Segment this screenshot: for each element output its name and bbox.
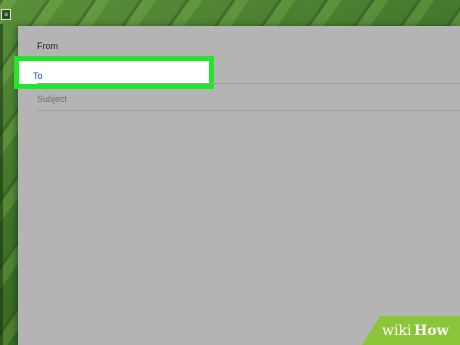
watermark-how: How [414, 323, 449, 339]
message-body[interactable] [18, 112, 460, 345]
to-divider [37, 83, 460, 84]
to-label: To [33, 71, 43, 81]
from-label: From [37, 41, 58, 51]
to-field[interactable]: To [14, 56, 214, 89]
window-menu-icon[interactable]: ≡ [1, 9, 11, 20]
watermark-wiki: wiki [382, 323, 412, 339]
background-window-edge [0, 24, 3, 345]
email-compose-window: From To Subject [14, 26, 460, 345]
subject-label: Subject [37, 94, 68, 104]
subject-divider [37, 110, 460, 111]
subject-field[interactable]: Subject [18, 90, 460, 110]
